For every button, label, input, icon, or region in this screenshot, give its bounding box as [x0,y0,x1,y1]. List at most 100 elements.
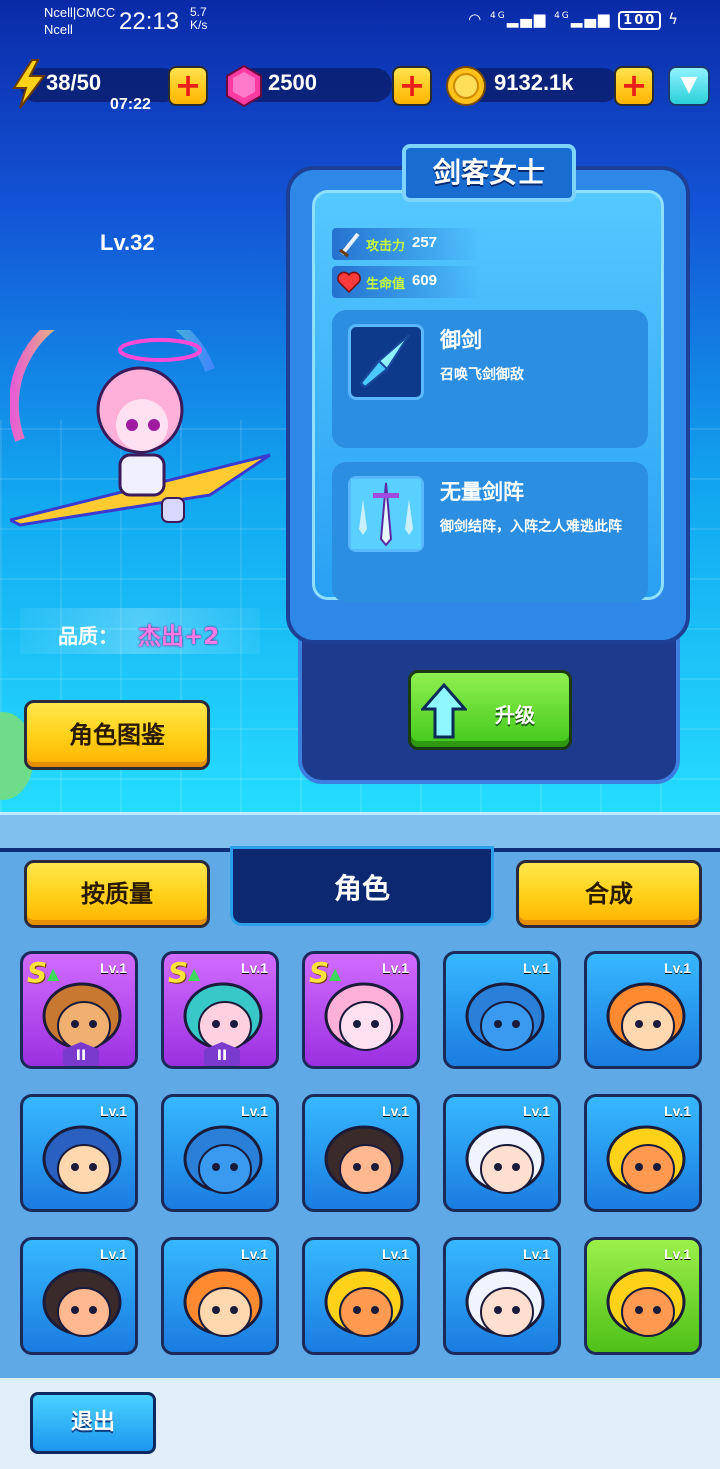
white-hair-portrait-icon [465,1268,545,1337]
carrier-primary: Ncell|CMCC [44,5,116,20]
heart-icon [337,271,361,294]
lightning-icon [12,59,46,109]
hero-card[interactable]: Lv.1 [20,1237,138,1355]
blue-monster-portrait-icon [183,1125,263,1194]
hero-card-level: Lv.1 [382,960,409,976]
hero-card-level: Lv.1 [100,1246,127,1262]
hero-card-level: Lv.1 [100,960,127,976]
rank-up-arrow-icon: ▲ [47,964,60,983]
charging-icon: ϟ [668,10,680,28]
merge-button[interactable]: 合成 [516,860,702,928]
s-rank-icon: S [27,956,48,989]
sort-by-quality-button[interactable]: 按质量 [24,860,210,928]
hp-value: 609 [412,272,438,289]
hp-label: 生命值 [366,277,406,292]
mustache-man-portrait-icon [324,1125,404,1194]
coin-icon [446,66,486,106]
hero-card[interactable]: Lv.1 [20,1094,138,1212]
hero-card-level: Lv.1 [664,1103,691,1119]
rank-up-arrow-icon: ▲ [329,964,342,983]
hero-card[interactable]: Lv.1 [302,1237,420,1355]
skill-name-2: 无量剑阵 [440,480,524,504]
hero-card[interactable]: Lv.1 [584,1094,702,1212]
hero-card-level: Lv.1 [100,1103,127,1119]
network-type-2: 4G [554,11,571,21]
hooded-girl-portrait-icon [42,1125,122,1194]
up-arrow-icon [421,683,467,739]
hero-character-art [10,330,271,527]
s-rank-icon: S [168,956,189,989]
gem-icon [226,64,262,108]
signal-icon-2: ▂▄▆ [570,10,612,28]
shop-button[interactable]: ▼ [668,66,710,106]
skill-desc-2: 御剑结阵，入阵之人难逃此阵 [440,519,622,535]
net-speed-unit: K/s [190,18,208,32]
ram-girl-portrait-icon [183,1268,263,1337]
add-gems-button[interactable]: + [392,66,432,106]
upgrade-label: 升级 [495,703,535,727]
tab-characters[interactable]: 角色 [230,846,494,926]
hero-card[interactable]: Lv.1 [302,1094,420,1212]
hero-card[interactable]: Lv.1 [584,951,702,1069]
hero-card[interactable]: S ▲ Lv.1 II [20,951,138,1069]
rank-up-arrow-icon: ▲ [188,964,201,983]
net-speed: 5.7 K/s [190,6,207,32]
hero-card[interactable]: Lv.1 [584,1237,702,1355]
hero-card-level: Lv.1 [664,960,691,976]
hero-card-level: Lv.1 [382,1103,409,1119]
exit-button[interactable]: 退出 [30,1392,156,1454]
sword-lady-portrait-icon [324,982,404,1051]
add-energy-button[interactable]: + [168,66,208,106]
hero-card-level: Lv.1 [241,1246,268,1262]
signal-icon-1: ▂▄▆ [506,10,548,28]
mustache-man-portrait-icon [42,1268,122,1337]
quality-label: 品质： [58,624,118,648]
network-type-1: 4G [489,11,507,21]
bearded-king-portrait-icon [606,1268,686,1337]
white-hair-portrait-icon [465,1125,545,1194]
hero-name: 剑客女士 [402,144,576,202]
coin-value: 9132.1k [494,70,574,95]
hero-card-level: Lv.1 [523,1103,550,1119]
flying-sword-icon [348,324,424,400]
codex-button[interactable]: 角色图鉴 [24,700,210,770]
energy-timer: 07:22 [110,96,151,113]
quality-value: 杰出+2 [138,624,220,650]
hero-card[interactable]: Lv.1 [443,951,561,1069]
hp-stat: 生命值 609 [332,266,482,298]
hero-card[interactable]: Lv.1 [161,1094,279,1212]
ram-girl-portrait-icon [606,982,686,1051]
hero-card[interactable]: S ▲ Lv.1 [302,951,420,1069]
resource-bar: 38/50 + 2500 + 9132.1k + [0,58,720,114]
carrier-info: Ncell|CMCC Ncell [44,4,115,38]
sword-icon [339,232,360,258]
blue-monster-portrait-icon [465,982,545,1051]
skill-desc-1: 召唤飞剑御敌 [440,367,524,383]
hero-card[interactable]: S ▲ Lv.1 II [161,951,279,1069]
diamond-icon: ▼ [680,72,698,97]
hero-card[interactable]: Lv.1 [161,1237,279,1355]
upgrade-button[interactable]: 升级 [408,670,572,750]
bearded-king-portrait-icon [606,1125,686,1194]
attack-stat: 攻击力 257 [332,228,482,260]
attack-value: 257 [412,234,438,251]
skill-card-2[interactable]: 无量剑阵 御剑结阵，入阵之人难逃此阵 [332,462,648,602]
wifi-icon: ◠ [468,10,484,28]
gem-value: 2500 [268,70,317,95]
status-bar: Ncell|CMCC Ncell 22:13 5.7 K/s ◠ 4G▂▄▆ 4… [0,0,720,48]
energy-value: 38/50 [46,70,102,95]
hero-card-level: Lv.1 [523,1246,550,1262]
sword-formation-icon [348,476,424,552]
bearded-king-portrait-icon [324,1268,404,1337]
skill-card-1[interactable]: 御剑 召唤飞剑御敌 [332,310,648,448]
carrier-secondary: Ncell [44,22,73,37]
battery-icon: 100 [618,11,662,30]
hero-card-level: Lv.1 [523,960,550,976]
hero-card-level: Lv.1 [664,1246,691,1262]
hero-card[interactable]: Lv.1 [443,1237,561,1355]
hero-card-level: Lv.1 [241,1103,268,1119]
add-coins-button[interactable]: + [614,66,654,106]
hero-card[interactable]: Lv.1 [443,1094,561,1212]
attack-label: 攻击力 [366,239,406,254]
system-icons: ◠ 4G▂▄▆ 4G▂▄▆ 100 ϟ [468,10,680,30]
